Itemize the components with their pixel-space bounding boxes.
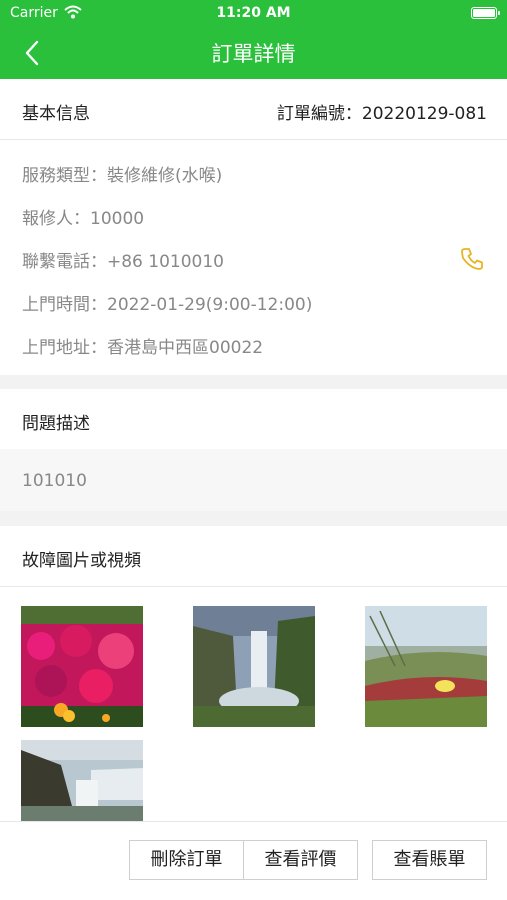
fault-image-flowers[interactable] [21,606,143,727]
basic-info-heading: 基本信息 [22,104,90,124]
address-value: 香港島中西區00022 [107,338,264,358]
nav-bar: 訂單詳情 [0,28,507,79]
visit-time-row: 上門時間：2022-01-29(9:00-12:00) [22,290,312,315]
order-number: 訂單編號：20220129-081 [277,99,487,124]
view-review-button[interactable]: 查看評價 [243,840,358,880]
service-type-value: 裝修維修(水喉) [107,166,223,186]
reporter-label: 報修人： [22,209,90,229]
phone-call-icon[interactable] [459,246,485,272]
visit-time-label: 上門時間： [22,295,107,315]
phone-value: +86 1010010 [107,252,224,272]
service-type-row: 服務類型：裝修維修(水喉) [22,161,222,186]
reporter-value: 10000 [90,209,145,229]
order-number-label: 訂單編號： [276,104,362,124]
status-time: 11:20 AM [216,5,291,21]
visit-time-value: 2022-01-29(9:00-12:00) [107,295,313,315]
delete-order-button[interactable]: 刪除訂單 [129,840,244,880]
problem-heading: 問題描述 [22,414,90,434]
address-label: 上門地址： [22,338,107,358]
divider [0,586,507,587]
divider [0,139,507,140]
media-heading: 故障圖片或視頻 [22,551,141,571]
service-type-label: 服務類型： [22,166,107,186]
problem-text: 101010 [22,471,87,491]
status-bar: Carrier 11:20 AM [0,0,507,28]
fault-image-waterfall[interactable] [193,606,315,727]
order-number-value: 20220129-081 [361,104,487,124]
phone-row: 聯繫電話：+86 1010010 [22,247,224,272]
fault-image-grass-flower[interactable] [365,606,487,727]
fault-image-waterfall-coast[interactable] [21,740,143,821]
view-bill-button[interactable]: 查看賬單 [372,840,487,880]
reporter-row: 報修人：10000 [22,204,144,229]
battery-icon [471,7,500,19]
page-title: 訂單詳情 [211,42,296,66]
top-bar: Carrier 11:20 AM 訂單詳情 [0,0,507,79]
phone-label: 聯繫電話： [22,252,107,272]
address-row: 上門地址：香港島中西區00022 [22,333,263,358]
